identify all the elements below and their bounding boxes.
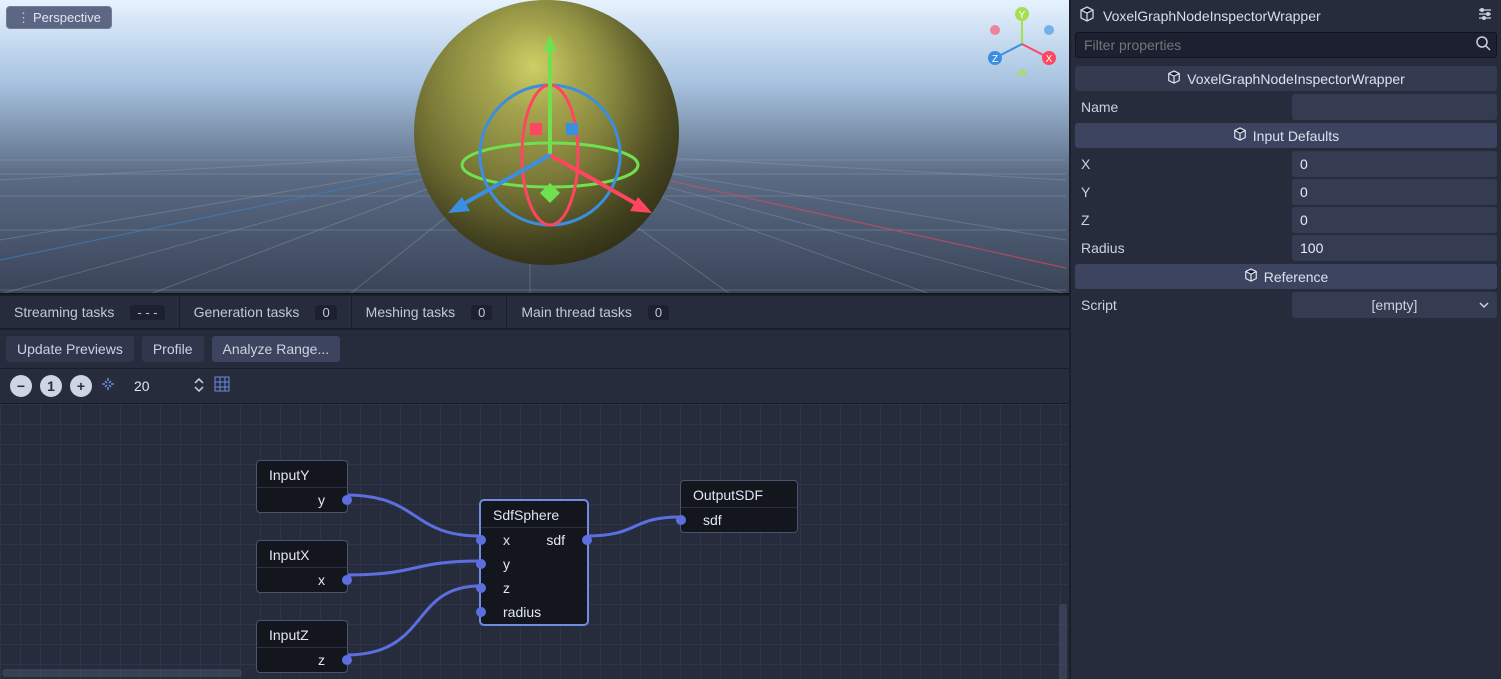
node-sdf-sphere[interactable]: SdfSphere x sdf y z radius bbox=[480, 500, 588, 625]
output-port-z[interactable] bbox=[342, 655, 352, 665]
port-label-x: x bbox=[318, 572, 325, 588]
status-generation-value: 0 bbox=[315, 305, 336, 320]
port-label-y: y bbox=[318, 492, 325, 508]
prop-label-script: Script bbox=[1075, 292, 1292, 318]
script-value-text: [empty] bbox=[1372, 297, 1418, 313]
mesh-sphere bbox=[414, 0, 679, 265]
graph-zoom-toolbar: − 1 + 20 bbox=[0, 369, 1069, 403]
perspective-button[interactable]: Perspective bbox=[6, 6, 112, 29]
object-icon bbox=[1244, 268, 1258, 285]
inspector-filter-input[interactable] bbox=[1075, 32, 1497, 58]
prop-value-x[interactable] bbox=[1292, 151, 1497, 177]
prop-script-row: Script [empty] bbox=[1075, 292, 1497, 318]
status-mainthread-label: Main thread tasks bbox=[521, 304, 632, 320]
zoom-in-button[interactable]: + bbox=[70, 375, 92, 397]
prop-y-row: Y bbox=[1075, 179, 1497, 205]
inspector-options-icon[interactable] bbox=[1477, 6, 1493, 25]
status-streaming-value: - - - bbox=[130, 305, 164, 320]
output-port-y[interactable] bbox=[342, 495, 352, 505]
svg-text:X: X bbox=[1046, 54, 1053, 65]
inspector-panel: VoxelGraphNodeInspectorWrapper VoxelGrap… bbox=[1071, 0, 1501, 679]
input-port-sdf[interactable] bbox=[676, 515, 686, 525]
input-port-x[interactable] bbox=[476, 535, 486, 545]
status-bar: Streaming tasks - - - Generation tasks 0… bbox=[0, 294, 1069, 330]
node-title: InputX bbox=[257, 541, 347, 568]
output-port-sdf[interactable] bbox=[582, 535, 592, 545]
search-icon[interactable] bbox=[1475, 35, 1491, 54]
status-mainthread: Main thread tasks 0 bbox=[507, 296, 683, 328]
port-label-sdf: sdf bbox=[546, 532, 565, 548]
object-icon bbox=[1233, 127, 1247, 144]
viewport-3d[interactable]: Y X Z Perspective bbox=[0, 0, 1069, 294]
node-title: InputZ bbox=[257, 621, 347, 648]
graph-scrollbar-horizontal[interactable] bbox=[2, 669, 242, 677]
status-generation-label: Generation tasks bbox=[194, 304, 300, 320]
prop-label-y: Y bbox=[1075, 179, 1292, 205]
prop-x-row: X bbox=[1075, 151, 1497, 177]
graph-panel-toolbar: Update Previews Profile Analyze Range... bbox=[0, 330, 1069, 369]
update-previews-button[interactable]: Update Previews bbox=[6, 336, 134, 362]
input-port-z[interactable] bbox=[476, 583, 486, 593]
node-input-y[interactable]: InputY y bbox=[256, 460, 348, 513]
status-mainthread-value: 0 bbox=[648, 305, 669, 320]
port-label-y: y bbox=[503, 556, 510, 572]
class-header-label: VoxelGraphNodeInspectorWrapper bbox=[1187, 71, 1405, 87]
prop-label-radius: Radius bbox=[1075, 235, 1292, 261]
object-icon bbox=[1079, 6, 1095, 25]
input-defaults-label: Input Defaults bbox=[1253, 128, 1339, 144]
analyze-range-button[interactable]: Analyze Range... bbox=[212, 336, 341, 362]
port-label-z: z bbox=[503, 580, 510, 596]
grid-snap-icon[interactable] bbox=[214, 376, 230, 397]
node-title: OutputSDF bbox=[681, 481, 797, 508]
prop-label-name: Name bbox=[1075, 94, 1292, 120]
node-input-z[interactable]: InputZ z bbox=[256, 620, 348, 673]
prop-value-radius[interactable] bbox=[1292, 235, 1497, 261]
sort-icon[interactable] bbox=[192, 378, 206, 395]
prop-value-z[interactable] bbox=[1292, 207, 1497, 233]
status-streaming: Streaming tasks - - - bbox=[0, 296, 180, 328]
prop-value-name[interactable] bbox=[1292, 94, 1497, 120]
port-label-sdf: sdf bbox=[703, 512, 722, 528]
prop-value-script[interactable]: [empty] bbox=[1292, 292, 1497, 318]
zoom-out-button[interactable]: − bbox=[10, 375, 32, 397]
input-defaults-header[interactable]: Input Defaults bbox=[1075, 123, 1497, 148]
status-meshing: Meshing tasks 0 bbox=[352, 296, 508, 328]
node-graph-canvas[interactable]: InputY y InputX x InputZ z bbox=[0, 403, 1069, 679]
prop-radius-row: Radius bbox=[1075, 235, 1497, 261]
input-port-radius[interactable] bbox=[476, 607, 486, 617]
prop-label-x: X bbox=[1075, 151, 1292, 177]
reference-label: Reference bbox=[1264, 269, 1329, 285]
port-label-z: z bbox=[318, 652, 325, 668]
zoom-reset-button[interactable]: 1 bbox=[40, 375, 62, 397]
inspector-title-row: VoxelGraphNodeInspectorWrapper bbox=[1073, 2, 1499, 29]
object-icon bbox=[1167, 70, 1181, 87]
profile-button[interactable]: Profile bbox=[142, 336, 204, 362]
svg-text:Y: Y bbox=[1019, 10, 1026, 21]
output-port-x[interactable] bbox=[342, 575, 352, 585]
port-label-radius: radius bbox=[503, 604, 541, 620]
status-meshing-value: 0 bbox=[471, 305, 492, 320]
svg-text:Z: Z bbox=[992, 54, 998, 65]
prop-name-row: Name bbox=[1075, 94, 1497, 120]
inspector-class-title: VoxelGraphNodeInspectorWrapper bbox=[1103, 8, 1469, 24]
chevron-down-icon bbox=[1479, 297, 1489, 313]
node-output-sdf[interactable]: OutputSDF sdf bbox=[680, 480, 798, 533]
prop-label-z: Z bbox=[1075, 207, 1292, 233]
status-streaming-label: Streaming tasks bbox=[14, 304, 114, 320]
status-meshing-label: Meshing tasks bbox=[366, 304, 455, 320]
prop-value-y[interactable] bbox=[1292, 179, 1497, 205]
zoom-value[interactable]: 20 bbox=[128, 376, 156, 396]
port-label-x: x bbox=[503, 532, 510, 548]
reference-header[interactable]: Reference bbox=[1075, 264, 1497, 289]
node-title: InputY bbox=[257, 461, 347, 488]
node-input-x[interactable]: InputX x bbox=[256, 540, 348, 593]
snap-toggle-icon[interactable] bbox=[100, 376, 116, 397]
class-section-header[interactable]: VoxelGraphNodeInspectorWrapper bbox=[1075, 66, 1497, 91]
status-generation: Generation tasks 0 bbox=[180, 296, 352, 328]
node-title: SdfSphere bbox=[481, 501, 587, 528]
graph-scrollbar-vertical[interactable] bbox=[1059, 604, 1067, 679]
axis-orientation-widget[interactable]: Y X Z bbox=[987, 6, 1057, 76]
input-port-y[interactable] bbox=[476, 559, 486, 569]
prop-z-row: Z bbox=[1075, 207, 1497, 233]
